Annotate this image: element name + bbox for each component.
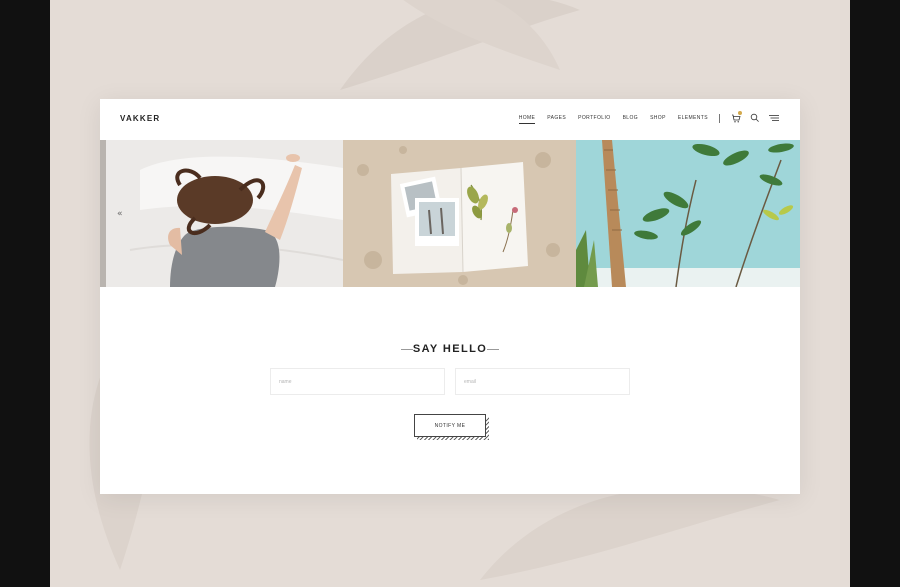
- hero-image-bed: [100, 140, 343, 287]
- nav-home[interactable]: HOME: [518, 115, 536, 124]
- nav-pages[interactable]: PAGES: [547, 115, 566, 124]
- hero-image-notebook: [343, 140, 576, 287]
- site-header: VAKKER HOME PAGES PORTFOLIO BLOG SHOP EL…: [100, 99, 800, 140]
- cart-badge: [738, 111, 742, 115]
- main-nav: HOME PAGES PORTFOLIO BLOG SHOP ELEMENTS: [518, 115, 708, 124]
- nav-portfolio[interactable]: PORTFOLIO: [578, 115, 610, 124]
- menu-icon[interactable]: [768, 112, 780, 124]
- say-hello-heading: SAY HELLO: [100, 339, 800, 357]
- email-input[interactable]: [455, 368, 630, 395]
- nav-blog[interactable]: BLOG: [623, 115, 639, 124]
- nav-divider: [719, 114, 720, 123]
- hero-gallery: «: [100, 140, 800, 287]
- notify-me-button[interactable]: NOTIFY ME: [414, 414, 486, 437]
- site-logo[interactable]: VAKKER: [120, 114, 160, 123]
- leaf-shadow-top: [340, 0, 580, 90]
- name-input[interactable]: [270, 368, 445, 395]
- hero-image-plants: [576, 140, 800, 287]
- search-icon[interactable]: [749, 112, 761, 124]
- nav-shop[interactable]: SHOP: [650, 115, 666, 124]
- nav-elements[interactable]: ELEMENTS: [678, 115, 708, 124]
- say-hello-title: SAY HELLO: [400, 343, 500, 355]
- website-preview: VAKKER HOME PAGES PORTFOLIO BLOG SHOP EL…: [100, 99, 800, 494]
- slider-prev-arrow[interactable]: «: [117, 209, 123, 219]
